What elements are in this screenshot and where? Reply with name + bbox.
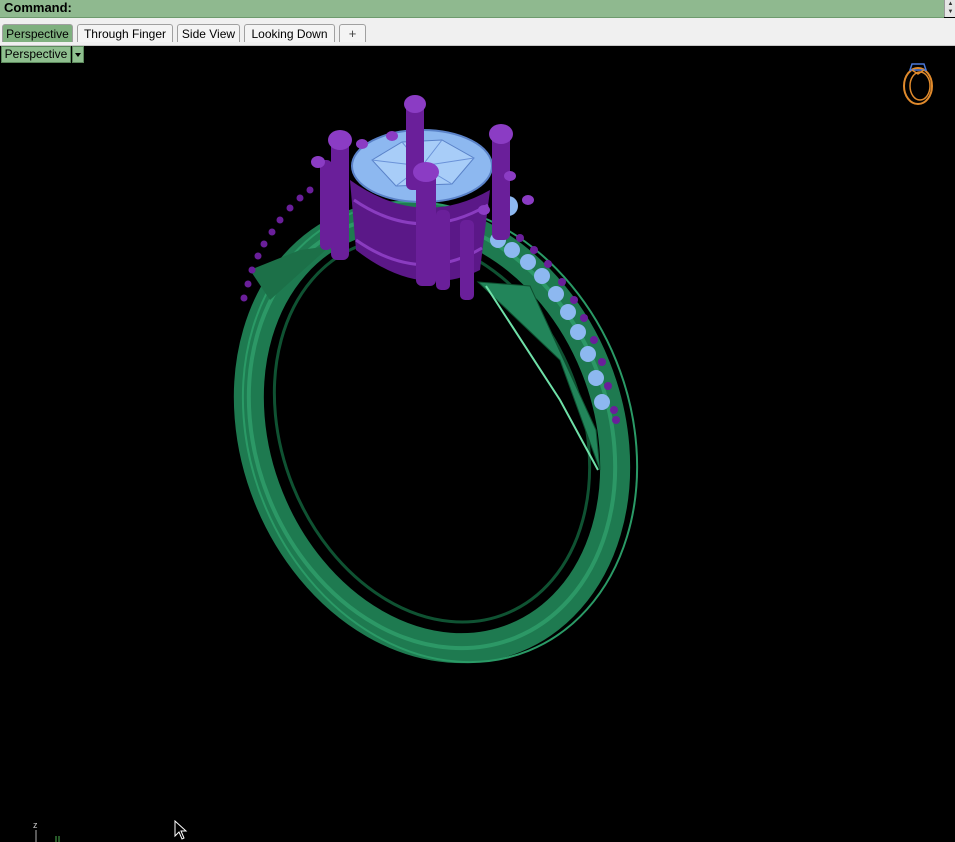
tab-looking-down[interactable]: Looking Down (244, 24, 335, 42)
scroll-down-icon[interactable]: ▼ (945, 8, 955, 16)
viewport-canvas[interactable] (0, 46, 955, 842)
tab-perspective[interactable]: Perspective (2, 24, 73, 42)
tab-through-finger[interactable]: Through Finger (77, 24, 173, 42)
command-scrollbar[interactable]: ▲ ▼ (944, 0, 955, 17)
tab-side-view[interactable]: Side View (177, 24, 240, 42)
add-tab-icon[interactable]: + (339, 24, 366, 42)
dropdown-arrow-icon[interactable] (72, 46, 84, 63)
mouse-cursor-icon (174, 820, 188, 840)
viewport-title[interactable]: Perspective (1, 46, 71, 63)
ring-preview-icon[interactable] (898, 56, 940, 108)
axis-z-label: z (33, 820, 38, 830)
command-label: Command: (4, 0, 72, 15)
command-bar[interactable]: Command: (0, 0, 944, 18)
viewport-tab-bar: Perspective Through Finger Side View Loo… (0, 18, 955, 46)
axis-gizmo-icon: z (33, 820, 60, 842)
scroll-up-icon[interactable]: ▲ (945, 0, 955, 8)
